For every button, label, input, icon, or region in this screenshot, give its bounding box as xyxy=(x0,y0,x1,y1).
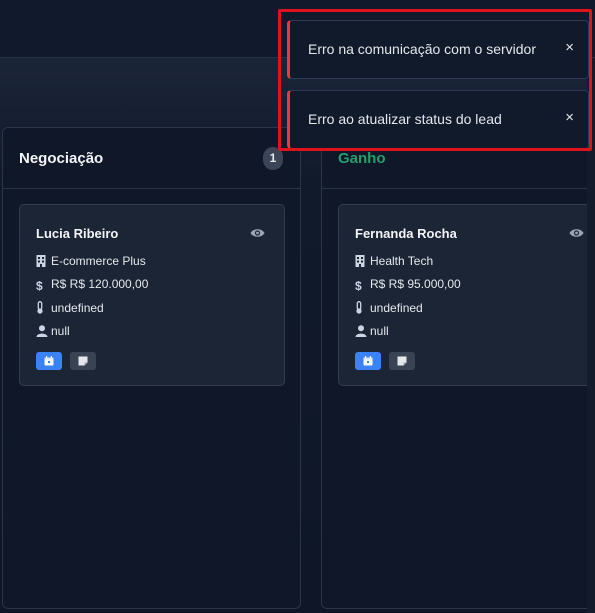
column-negociacao: Negociação 1 Lucia Ribeiro E-commerce Pl… xyxy=(2,127,301,609)
lead-temperature: undefined xyxy=(355,300,423,316)
column-title: Negociação xyxy=(19,150,104,167)
lead-name: Lucia Ribeiro xyxy=(36,226,119,241)
lead-card[interactable]: Fernanda Rocha Health Tech $ R$ R$ 95.000… xyxy=(338,204,595,386)
notes-button[interactable] xyxy=(389,352,415,370)
building-icon xyxy=(355,255,367,267)
lead-value: $ R$ R$ 95.000,00 xyxy=(355,276,461,293)
lead-owner: null xyxy=(36,323,70,339)
eye-icon[interactable] xyxy=(250,226,265,238)
lead-name: Fernanda Rocha xyxy=(355,226,457,241)
column-title: Ganho xyxy=(338,150,386,167)
lead-temperature: undefined xyxy=(36,300,104,316)
user-icon xyxy=(36,325,48,337)
schedule-button[interactable] xyxy=(355,352,381,370)
toast-highlight-frame xyxy=(278,9,592,151)
thermometer-icon xyxy=(355,301,367,314)
note-icon xyxy=(78,356,88,366)
note-icon xyxy=(397,356,407,366)
lead-owner-text: null xyxy=(51,324,70,338)
column-ganho: Ganho Fernanda Rocha Health Tech $ R$ R$ … xyxy=(321,127,595,609)
lead-value-text: R$ R$ 95.000,00 xyxy=(370,277,461,291)
lead-company-text: E-commerce Plus xyxy=(51,254,146,268)
lead-owner-text: null xyxy=(370,324,389,338)
lead-value-text: R$ R$ 120.000,00 xyxy=(51,277,149,291)
lead-owner: null xyxy=(355,323,389,339)
lead-company-text: Health Tech xyxy=(370,254,434,268)
dollar-icon: $ xyxy=(355,279,362,293)
lead-temperature-text: undefined xyxy=(51,301,104,315)
notes-button[interactable] xyxy=(70,352,96,370)
thermometer-icon xyxy=(36,301,48,314)
eye-icon[interactable] xyxy=(569,226,584,238)
schedule-button[interactable] xyxy=(36,352,62,370)
lead-card[interactable]: Lucia Ribeiro E-commerce Plus $ R$ R$ 120… xyxy=(19,204,285,386)
column-header: Negociação 1 xyxy=(3,128,300,189)
dollar-icon: $ xyxy=(36,279,43,293)
user-icon xyxy=(355,325,367,337)
lead-temperature-text: undefined xyxy=(370,301,423,315)
lead-value: $ R$ R$ 120.000,00 xyxy=(36,276,149,293)
calendar-icon xyxy=(363,356,373,366)
lead-company: E-commerce Plus xyxy=(36,253,146,269)
building-icon xyxy=(36,255,48,267)
calendar-icon xyxy=(44,356,54,366)
lead-company: Health Tech xyxy=(355,253,433,269)
